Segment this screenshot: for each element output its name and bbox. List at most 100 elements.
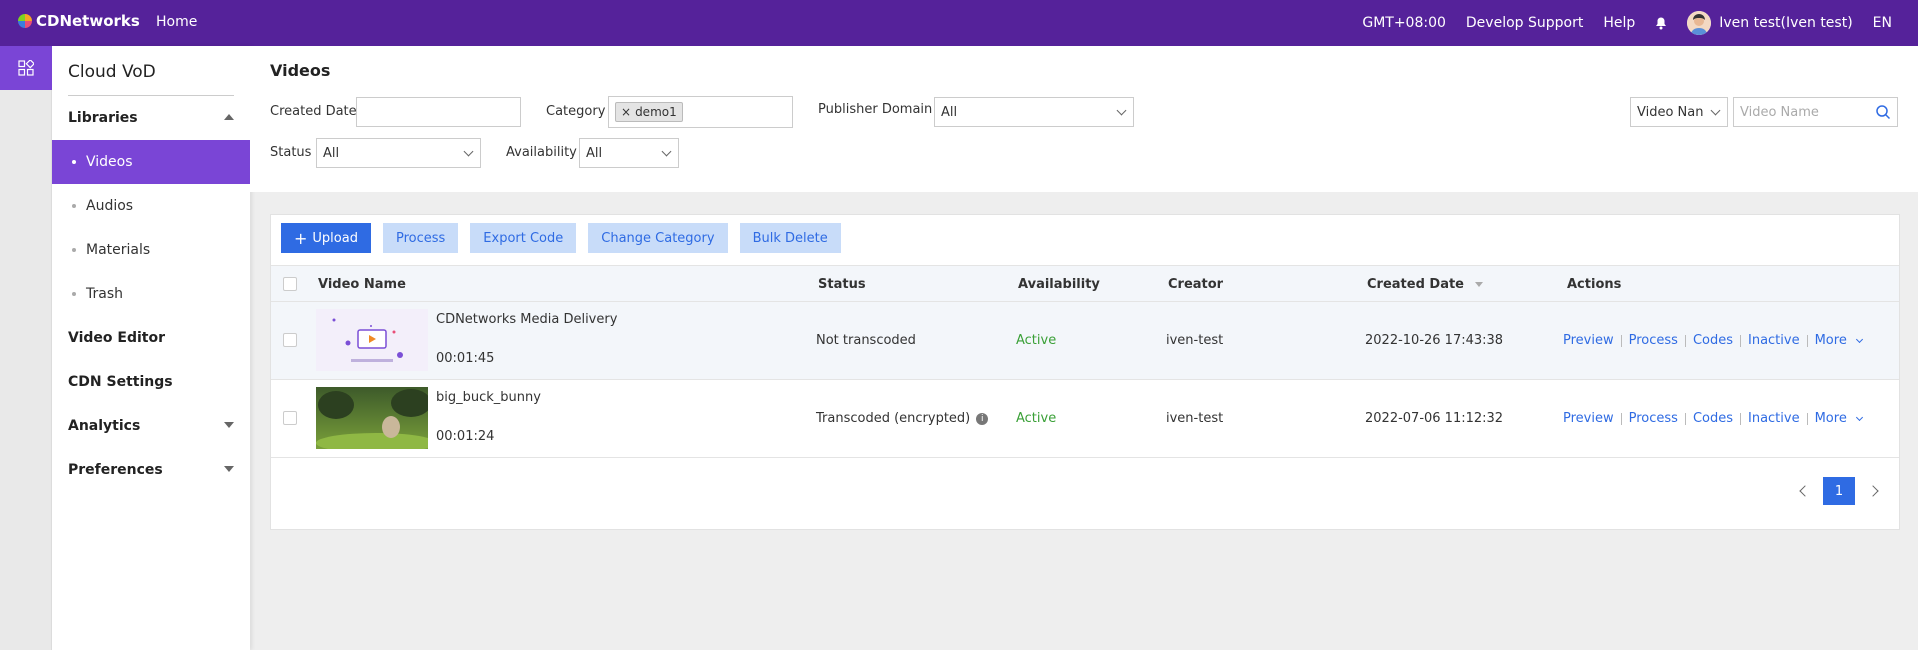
bullet-icon [72, 248, 76, 252]
row-actions: Preview Process Codes Inactive More [1563, 333, 1864, 348]
page-number[interactable]: 1 [1823, 477, 1855, 505]
table-row[interactable]: big_buck_bunny 00:01:24 Transcoded (encr… [271, 380, 1899, 458]
sidebar-item-label: Audios [86, 198, 134, 214]
availability-value: Active [1016, 333, 1057, 348]
bulk-delete-button[interactable]: Bulk Delete [739, 223, 841, 253]
video-thumbnail[interactable] [316, 309, 428, 371]
availability-label: Availability [506, 145, 577, 160]
help-link[interactable]: Help [1603, 15, 1635, 31]
category-input[interactable]: × demo1 [608, 96, 793, 128]
video-duration: 00:01:24 [436, 429, 495, 444]
sidebar-item-cdn-settings[interactable]: CDN Settings [52, 360, 250, 404]
video-thumbnail[interactable] [316, 387, 428, 449]
sidebar-item-libraries[interactable]: Libraries [52, 96, 250, 140]
category-tag-label: demo1 [635, 105, 677, 119]
divider [1684, 412, 1686, 425]
select-value: All [323, 145, 340, 161]
chevron-down-icon [1116, 105, 1127, 116]
process-link[interactable]: Process [1629, 411, 1678, 426]
chevron-down-icon [1855, 413, 1864, 422]
search-field-select[interactable]: Video Nan [1630, 97, 1728, 127]
more-menu[interactable]: More [1814, 411, 1864, 426]
table-header: Video Name Status Availability Creator C… [271, 265, 1899, 302]
preview-link[interactable]: Preview [1563, 333, 1614, 348]
upload-button[interactable]: + Upload [281, 223, 371, 253]
search-icon[interactable] [1875, 104, 1891, 124]
language-selector[interactable]: EN [1873, 15, 1892, 31]
change-category-button[interactable]: Change Category [588, 223, 728, 253]
video-name[interactable]: big_buck_bunny [436, 390, 541, 405]
sidebar: Cloud VoD Libraries Videos Audios Materi… [52, 46, 250, 650]
category-tag: × demo1 [615, 102, 683, 122]
preview-link[interactable]: Preview [1563, 411, 1614, 426]
icon-rail [0, 46, 52, 650]
inactive-link[interactable]: Inactive [1748, 411, 1800, 426]
sort-icon [1474, 282, 1483, 287]
row-checkbox[interactable] [283, 411, 297, 425]
divider [1806, 412, 1808, 425]
video-list-card: + Upload Process Export Code Change Cate… [270, 214, 1900, 530]
codes-link[interactable]: Codes [1693, 411, 1733, 426]
sidebar-item-materials[interactable]: Materials [52, 228, 250, 272]
column-status: Status [818, 277, 866, 292]
codes-link[interactable]: Codes [1693, 333, 1733, 348]
chevron-right-icon[interactable] [1867, 485, 1879, 497]
column-label: Created Date [1367, 277, 1464, 292]
video-name[interactable]: CDNetworks Media Delivery [436, 312, 617, 327]
table-row[interactable]: CDNetworks Media Delivery 00:01:45 Not t… [271, 302, 1899, 380]
develop-support-link[interactable]: Develop Support [1466, 15, 1583, 31]
video-duration: 00:01:45 [436, 351, 495, 366]
row-checkbox[interactable] [283, 333, 297, 347]
sidebar-item-analytics[interactable]: Analytics [52, 404, 250, 448]
info-icon[interactable]: i [976, 412, 989, 425]
more-label: More [1814, 411, 1847, 426]
user-name: Iven test(Iven test) [1719, 15, 1853, 31]
bullet-icon [72, 204, 76, 208]
search-placeholder: Video Name [1740, 104, 1819, 120]
chevron-down-icon [661, 146, 672, 157]
sidebar-item-preferences[interactable]: Preferences [52, 448, 250, 492]
sidebar-item-videos[interactable]: Videos [52, 140, 250, 184]
creator-value: iven-test [1166, 411, 1224, 426]
status-text: Transcoded (encrypted) [816, 411, 971, 426]
user-menu[interactable]: Iven test(Iven test) [1687, 11, 1853, 35]
availability-select[interactable]: All [579, 138, 679, 168]
brand-logo[interactable]: CDNetworks [18, 12, 140, 30]
sidebar-item-video-editor[interactable]: Video Editor [52, 316, 250, 360]
search-input[interactable]: Video Name [1733, 97, 1898, 127]
column-created-date[interactable]: Created Date [1367, 277, 1483, 292]
inactive-link[interactable]: Inactive [1748, 333, 1800, 348]
apps-icon[interactable] [0, 46, 52, 90]
brand-name: CDNetworks [36, 12, 140, 30]
status-select[interactable]: All [316, 138, 481, 168]
bell-icon[interactable] [1655, 17, 1667, 30]
timezone-selector[interactable]: GMT+08:00 [1362, 15, 1446, 31]
column-creator: Creator [1168, 277, 1224, 292]
caret-up-icon [224, 114, 234, 120]
close-icon[interactable]: × [621, 105, 631, 119]
process-link[interactable]: Process [1629, 333, 1678, 348]
creator-value: iven-test [1166, 333, 1224, 348]
category-label: Category [546, 104, 606, 119]
home-link[interactable]: Home [156, 14, 197, 30]
sidebar-item-audios[interactable]: Audios [52, 184, 250, 228]
sidebar-item-label: Video Editor [68, 330, 165, 346]
more-menu[interactable]: More [1815, 333, 1864, 348]
column-video-name: Video Name [318, 277, 406, 292]
export-code-button[interactable]: Export Code [470, 223, 577, 253]
process-button[interactable]: Process [382, 223, 459, 253]
column-actions: Actions [1567, 277, 1622, 292]
publisher-domain-select[interactable]: All [934, 97, 1134, 127]
chevron-left-icon[interactable] [1799, 485, 1811, 497]
video-status: Transcoded (encrypted) i [816, 411, 989, 426]
column-availability: Availability [1018, 277, 1100, 292]
created-date-input[interactable] [356, 97, 521, 127]
page-title: Videos [270, 61, 331, 80]
sidebar-item-trash[interactable]: Trash [52, 272, 250, 316]
select-value: Video Nan [1637, 104, 1704, 120]
top-bar: CDNetworks Home GMT+08:00 Develop Suppor… [0, 0, 1918, 46]
divider [1620, 334, 1622, 347]
row-actions: Preview Process Codes Inactive More [1563, 411, 1864, 426]
logo-icon [18, 14, 32, 28]
select-all-checkbox[interactable] [283, 277, 297, 291]
